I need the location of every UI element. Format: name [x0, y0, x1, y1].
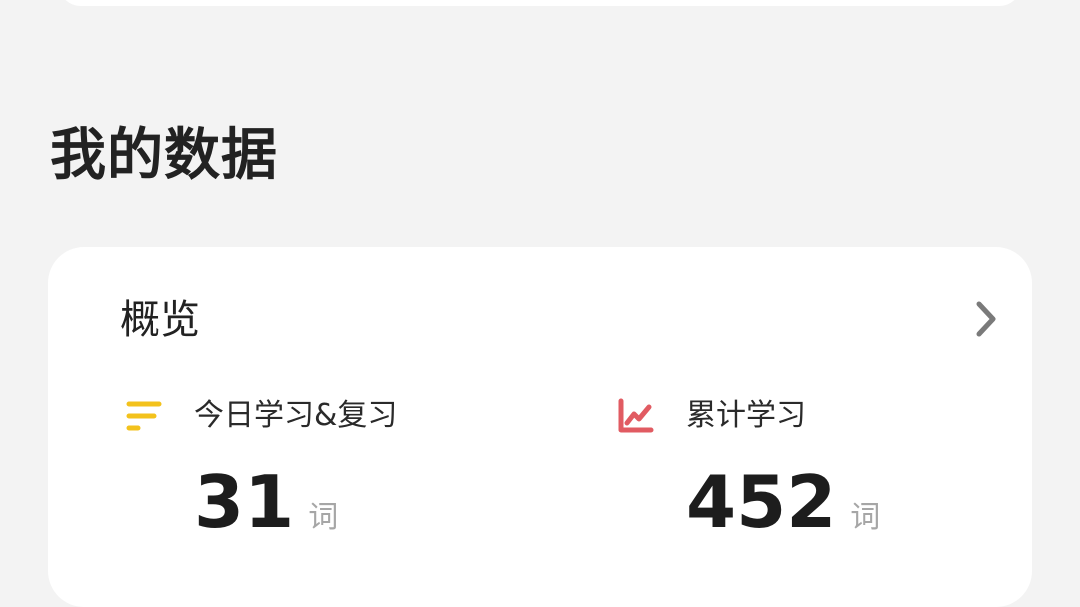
- stat-value-row: 452 词: [686, 457, 880, 547]
- section-title: 我的数据: [50, 123, 278, 188]
- stat-label: 今日学习&复习: [194, 398, 398, 433]
- overview-title: 概览: [120, 297, 200, 343]
- stat-unit: 词: [850, 500, 881, 535]
- stat-value-row: 31 词: [194, 457, 338, 547]
- previous-card: [58, 0, 1022, 6]
- trend-chart-icon: [618, 398, 654, 433]
- overview-card[interactable]: 概览 今日学习&复习 31 词 累计学习 452 词: [48, 247, 1032, 607]
- bars-icon: [126, 401, 162, 431]
- stat-unit: 词: [308, 500, 339, 535]
- stat-label: 累计学习: [686, 398, 806, 433]
- stat-number: 31: [194, 460, 295, 544]
- chevron-right-icon[interactable]: [966, 297, 1006, 341]
- stat-number: 452: [686, 460, 837, 544]
